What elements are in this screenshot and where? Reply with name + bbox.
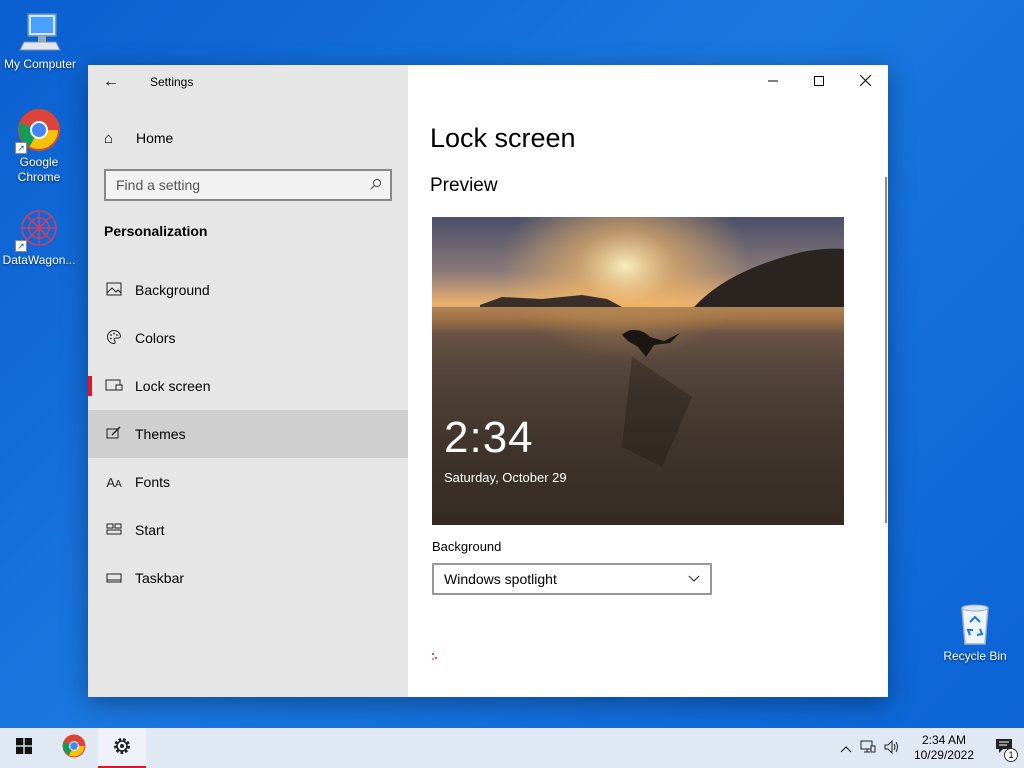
minimize-icon — [768, 73, 778, 89]
home-icon: ⌂ — [104, 129, 114, 147]
settings-content-pane: Lock screen Preview 2:34 Saturday, Octob… — [408, 65, 888, 697]
shortcut-arrow-icon: ↗ — [15, 142, 27, 154]
window-controls — [750, 65, 888, 97]
image-icon — [104, 282, 124, 299]
show-hidden-icons-button[interactable] — [836, 741, 856, 756]
gear-icon — [112, 736, 132, 761]
close-icon — [859, 73, 871, 89]
settings-window: ← Settings ⌂ Home Find a setting Persona… — [88, 65, 888, 697]
nav-item-fonts[interactable]: AA Fonts — [88, 458, 408, 506]
search-placeholder: Find a setting — [116, 177, 201, 193]
desktop-icon-google-chrome[interactable]: ↗ Google Chrome — [0, 108, 79, 185]
preview-clock: 2:34 — [444, 413, 534, 462]
nav-item-label: Themes — [135, 426, 186, 442]
section-title: Personalization — [104, 223, 208, 239]
system-tray: 2:34 AM 10/29/2022 1 — [836, 728, 1024, 768]
nav-item-start[interactable]: Start — [88, 506, 408, 554]
volume-icon[interactable] — [880, 739, 904, 757]
nav-item-colors[interactable]: Colors — [88, 314, 408, 362]
nav-list: Background Colors Lock screen Themes AA … — [88, 266, 408, 602]
nav-item-label: Fonts — [135, 474, 171, 490]
loading-spinner-icon — [432, 653, 440, 661]
taskbar-settings-button[interactable] — [98, 728, 146, 768]
taskbar-clock[interactable]: 2:34 AM 10/29/2022 — [904, 733, 984, 763]
taskbar-chrome-button[interactable] — [50, 728, 98, 768]
palette-icon — [104, 329, 124, 348]
scrollbar[interactable] — [885, 177, 887, 523]
nav-item-background[interactable]: Background — [88, 266, 408, 314]
minimize-button[interactable] — [750, 65, 796, 97]
chevron-down-icon — [688, 572, 700, 586]
taskbar: 2:34 AM 10/29/2022 1 — [0, 728, 1024, 768]
search-input[interactable]: Find a setting — [104, 169, 392, 201]
app-title: Settings — [150, 75, 194, 89]
desktop-icon-label: Google Chrome — [17, 155, 61, 184]
nav-home[interactable]: ⌂ Home — [88, 121, 408, 155]
brush-icon — [104, 425, 124, 443]
nav-item-label: Colors — [135, 330, 176, 346]
preview-heading: Preview — [430, 175, 498, 196]
maximize-button[interactable] — [796, 65, 842, 97]
recycle-bin-icon — [953, 602, 997, 646]
network-icon[interactable] — [856, 740, 880, 757]
background-label: Background — [432, 539, 502, 554]
taskbar-icon — [104, 570, 124, 586]
nav-item-taskbar[interactable]: Taskbar — [88, 554, 408, 602]
desktop-icon-label: My Computer — [3, 57, 77, 71]
taskbar-time: 2:34 AM — [921, 733, 966, 747]
nav-item-lock-screen[interactable]: Lock screen — [88, 362, 408, 410]
datawagon-icon: ↗ — [15, 206, 61, 252]
title-bar: ← Settings — [88, 65, 408, 99]
desktop-icon-label: Recycle Bin — [943, 649, 1007, 663]
background-dropdown-value: Windows spotlight — [444, 571, 557, 587]
computer-icon — [18, 10, 62, 54]
chrome-icon: ↗ — [15, 108, 61, 154]
nav-home-label: Home — [136, 130, 174, 146]
nav-item-label: Taskbar — [135, 570, 185, 586]
nav-item-label: Lock screen — [135, 378, 211, 394]
desktop-icon-my-computer[interactable]: My Computer — [0, 10, 80, 72]
desktop-icon-recycle-bin[interactable]: Recycle Bin — [935, 602, 1015, 664]
start-button[interactable] — [0, 728, 48, 768]
chrome-icon — [62, 734, 86, 763]
preview-date: Saturday, October 29 — [444, 470, 567, 485]
maximize-icon — [814, 73, 824, 89]
background-dropdown[interactable]: Windows spotlight — [432, 563, 712, 595]
action-center-button[interactable]: 1 — [984, 728, 1024, 768]
search-icon — [370, 178, 382, 193]
font-icon: AA — [106, 474, 122, 490]
close-button[interactable] — [842, 65, 888, 97]
settings-nav-pane: ← Settings ⌂ Home Find a setting Persona… — [88, 65, 408, 697]
desktop-icon-datawagon[interactable]: ↗ DataWagon... — [0, 206, 79, 268]
back-arrow-icon: ← — [103, 73, 119, 90]
desktop-icon-label: DataWagon... — [2, 253, 76, 267]
shortcut-arrow-icon: ↗ — [15, 240, 27, 252]
start-icon — [104, 522, 124, 538]
nav-item-label: Background — [135, 282, 210, 298]
nav-item-themes[interactable]: Themes — [88, 410, 408, 458]
notification-count-badge: 1 — [1004, 748, 1018, 762]
page-title: Lock screen — [430, 123, 576, 153]
taskbar-date: 10/29/2022 — [913, 748, 974, 762]
lock-screen-preview: 2:34 Saturday, October 29 — [432, 217, 844, 525]
windows-logo-icon — [16, 737, 32, 759]
back-button[interactable]: ← — [88, 65, 134, 99]
lock-screen-icon — [104, 378, 124, 395]
nav-item-label: Start — [135, 522, 165, 538]
